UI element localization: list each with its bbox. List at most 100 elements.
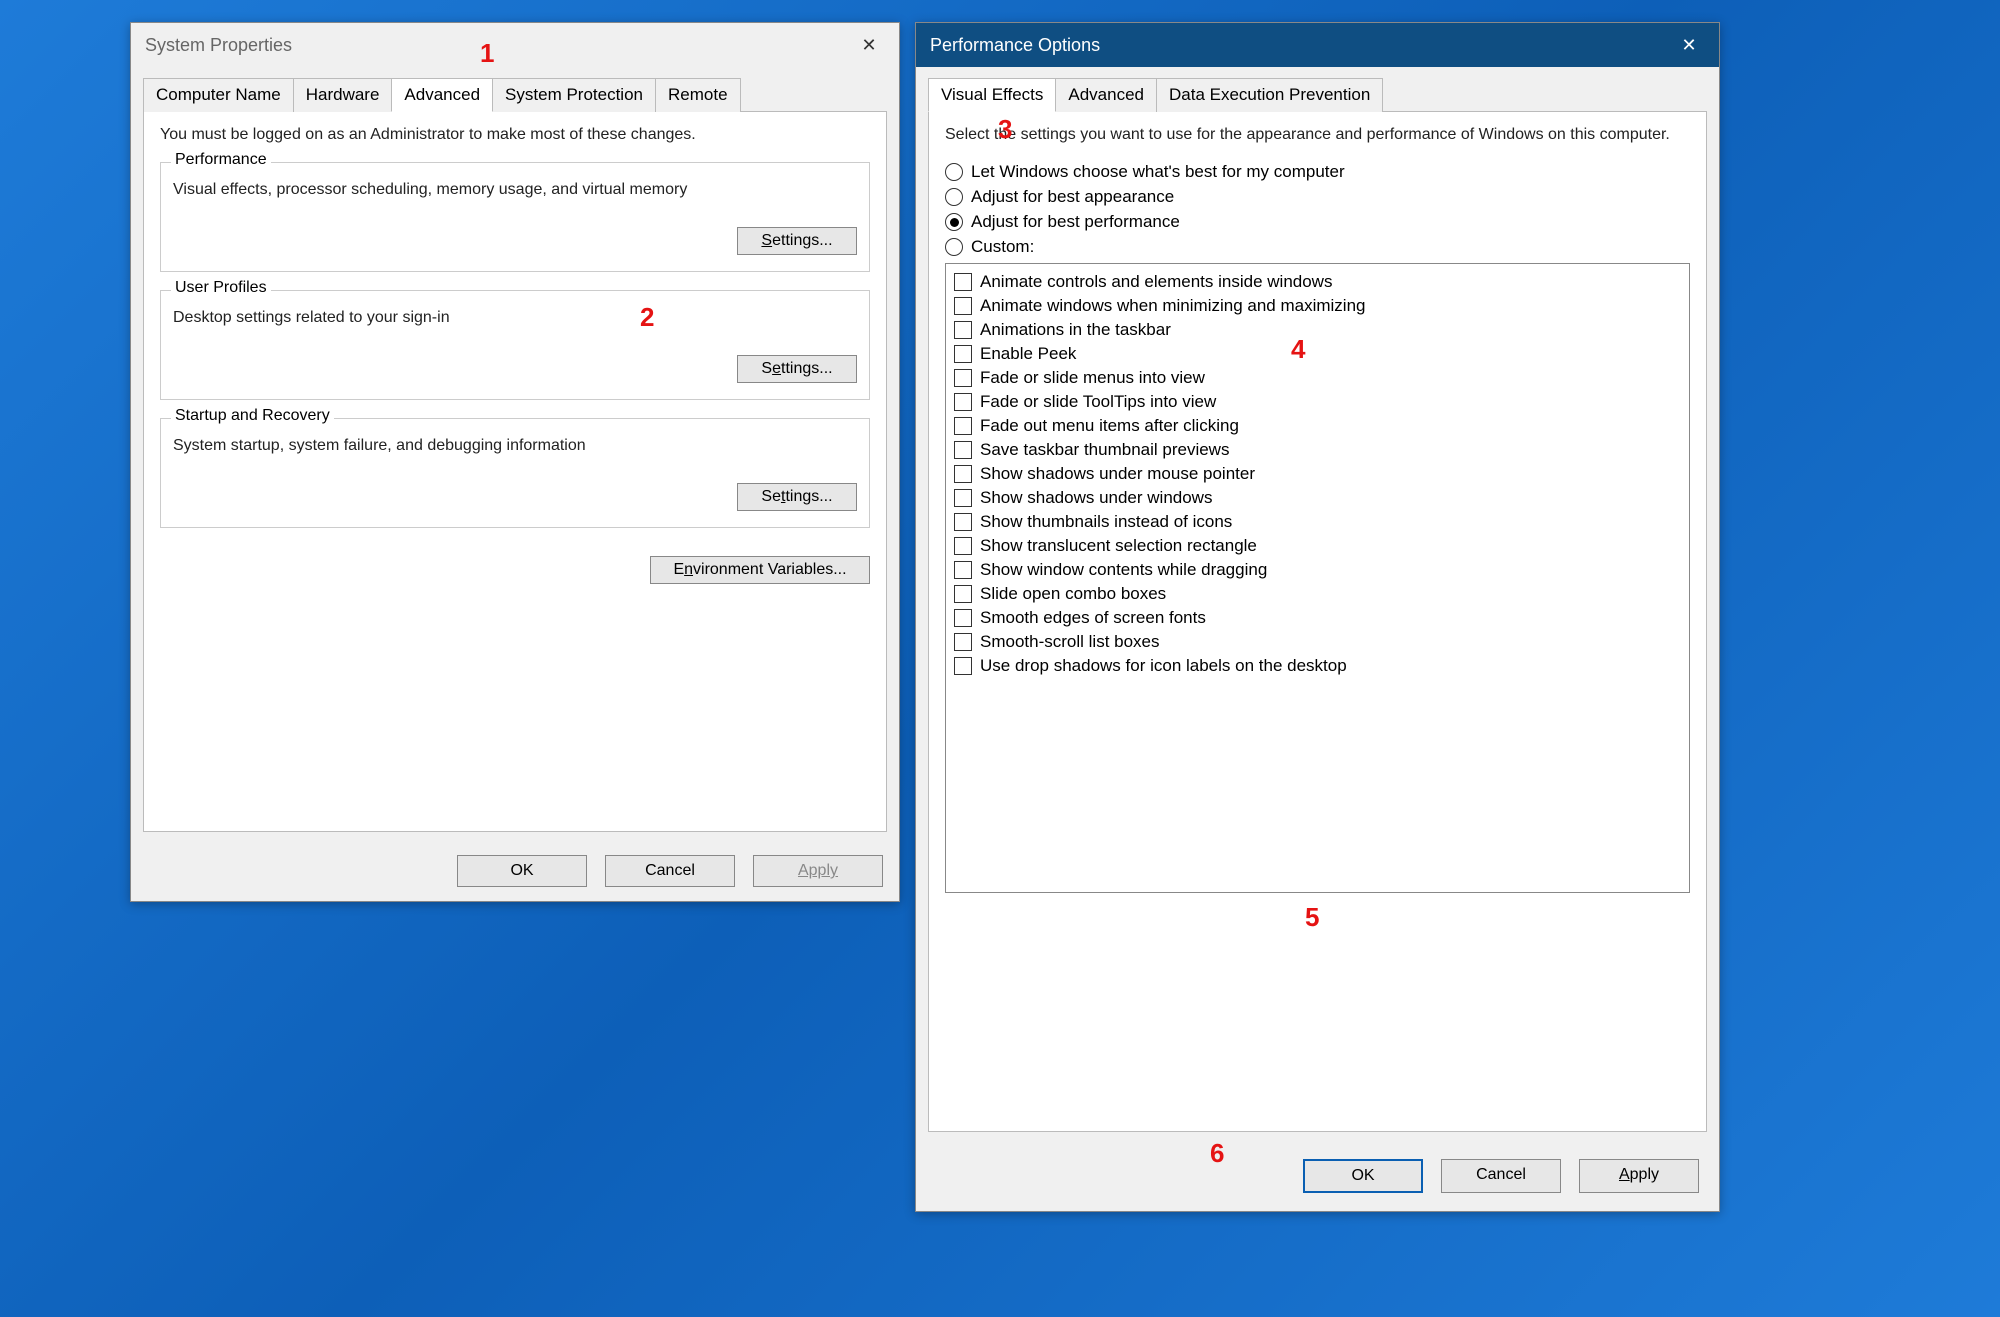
close-icon[interactable]: ✕ [849, 30, 889, 60]
check-item[interactable]: Enable Peek [954, 342, 1681, 366]
checkbox-icon [954, 345, 972, 363]
check-item[interactable]: Fade out menu items after clicking [954, 414, 1681, 438]
perf-titlebar: Performance Options ✕ [916, 23, 1719, 67]
checkbox-icon [954, 609, 972, 627]
checkbox-icon [954, 465, 972, 483]
perf-tabs: Visual Effects Advanced Data Execution P… [928, 77, 1707, 112]
check-item[interactable]: Animate windows when minimizing and maxi… [954, 294, 1681, 318]
checkbox-icon [954, 537, 972, 555]
check-label: Animations in the taskbar [980, 320, 1171, 340]
radio-best-performance[interactable]: Adjust for best performance [945, 212, 1690, 232]
radio-custom[interactable]: Custom: [945, 237, 1690, 257]
radio-icon [945, 188, 963, 206]
check-item[interactable]: Use drop shadows for icon labels on the … [954, 654, 1681, 678]
check-label: Use drop shadows for icon labels on the … [980, 656, 1347, 676]
annotation-4: 4 [1291, 334, 1305, 365]
sysprops-title: System Properties [145, 35, 292, 56]
perf-dialog-buttons: OK Cancel Apply [1303, 1159, 1699, 1193]
user-profiles-settings-button[interactable]: Settings... [737, 355, 857, 383]
sysprops-tabs: Computer Name Hardware Advanced System P… [143, 77, 887, 112]
check-item[interactable]: Fade or slide ToolTips into view [954, 390, 1681, 414]
group-performance-legend: Performance [171, 151, 271, 169]
group-startup-text: System startup, system failure, and debu… [173, 437, 857, 455]
check-label: Fade or slide ToolTips into view [980, 392, 1216, 412]
check-item[interactable]: Fade or slide menus into view [954, 366, 1681, 390]
radio-icon [945, 238, 963, 256]
check-label: Save taskbar thumbnail previews [980, 440, 1229, 460]
perf-title: Performance Options [930, 35, 1100, 56]
checkbox-icon [954, 321, 972, 339]
checkbox-icon [954, 393, 972, 411]
group-user-profiles-text: Desktop settings related to your sign-in [173, 309, 857, 327]
perf-cancel-button[interactable]: Cancel [1441, 1159, 1561, 1193]
perf-apply-button[interactable]: Apply [1579, 1159, 1699, 1193]
check-item[interactable]: Smooth-scroll list boxes [954, 630, 1681, 654]
performance-options-window: Performance Options ✕ Visual Effects Adv… [915, 22, 1720, 1212]
check-label: Smooth-scroll list boxes [980, 632, 1160, 652]
check-label: Enable Peek [980, 344, 1076, 364]
annotation-3: 3 [998, 114, 1012, 145]
check-item[interactable]: Animations in the taskbar [954, 318, 1681, 342]
radio-best-appearance[interactable]: Adjust for best appearance [945, 187, 1690, 207]
check-item[interactable]: Show shadows under mouse pointer [954, 462, 1681, 486]
check-item[interactable]: Smooth edges of screen fonts [954, 606, 1681, 630]
annotation-6: 6 [1210, 1138, 1224, 1169]
check-label: Animate controls and elements inside win… [980, 272, 1332, 292]
tab-dep[interactable]: Data Execution Prevention [1156, 78, 1383, 112]
check-label: Show translucent selection rectangle [980, 536, 1257, 556]
check-item[interactable]: Animate controls and elements inside win… [954, 270, 1681, 294]
checkbox-icon [954, 585, 972, 603]
perf-ok-button[interactable]: OK [1303, 1159, 1423, 1193]
sysprops-dialog-buttons: OK Cancel Apply [457, 855, 883, 887]
radio-icon [945, 213, 963, 231]
performance-settings-button[interactable]: Settings... [737, 227, 857, 255]
group-performance: Performance Visual effects, processor sc… [160, 162, 870, 272]
check-item[interactable]: Show thumbnails instead of icons [954, 510, 1681, 534]
checkbox-icon [954, 561, 972, 579]
close-icon[interactable]: ✕ [1669, 30, 1709, 60]
visual-effects-list[interactable]: Animate controls and elements inside win… [945, 263, 1690, 893]
check-item[interactable]: Slide open combo boxes [954, 582, 1681, 606]
group-user-profiles: User Profiles Desktop settings related t… [160, 290, 870, 400]
check-item[interactable]: Show window contents while dragging [954, 558, 1681, 582]
checkbox-icon [954, 417, 972, 435]
checkbox-icon [954, 369, 972, 387]
tab-perf-advanced[interactable]: Advanced [1055, 78, 1157, 112]
sysprops-intro: You must be logged on as an Administrato… [160, 126, 870, 144]
system-properties-window: System Properties ✕ Computer Name Hardwa… [130, 22, 900, 902]
checkbox-icon [954, 297, 972, 315]
check-label: Fade or slide menus into view [980, 368, 1205, 388]
tab-system-protection[interactable]: System Protection [492, 78, 656, 112]
tab-remote[interactable]: Remote [655, 78, 741, 112]
check-label: Show shadows under windows [980, 488, 1212, 508]
check-label: Animate windows when minimizing and maxi… [980, 296, 1366, 316]
group-user-profiles-legend: User Profiles [171, 279, 271, 297]
checkbox-icon [954, 489, 972, 507]
radio-let-windows-choose[interactable]: Let Windows choose what's best for my co… [945, 162, 1690, 182]
perf-body: Select the settings you want to use for … [928, 112, 1707, 1132]
check-label: Show thumbnails instead of icons [980, 512, 1232, 532]
check-label: Slide open combo boxes [980, 584, 1166, 604]
annotation-1: 1 [480, 38, 494, 69]
check-label: Show window contents while dragging [980, 560, 1267, 580]
annotation-5: 5 [1305, 902, 1319, 933]
sysprops-cancel-button[interactable]: Cancel [605, 855, 735, 887]
check-label: Smooth edges of screen fonts [980, 608, 1206, 628]
startup-settings-button[interactable]: Settings... [737, 483, 857, 511]
tab-visual-effects[interactable]: Visual Effects [928, 78, 1056, 112]
check-item[interactable]: Show shadows under windows [954, 486, 1681, 510]
environment-variables-button[interactable]: Environment Variables... [650, 556, 870, 584]
tab-hardware[interactable]: Hardware [293, 78, 393, 112]
checkbox-icon [954, 441, 972, 459]
check-item[interactable]: Show translucent selection rectangle [954, 534, 1681, 558]
group-startup-legend: Startup and Recovery [171, 407, 334, 425]
sysprops-ok-button[interactable]: OK [457, 855, 587, 887]
check-item[interactable]: Save taskbar thumbnail previews [954, 438, 1681, 462]
check-label: Fade out menu items after clicking [980, 416, 1239, 436]
tab-computer-name[interactable]: Computer Name [143, 78, 294, 112]
group-startup-recovery: Startup and Recovery System startup, sys… [160, 418, 870, 528]
sysprops-body: You must be logged on as an Administrato… [143, 112, 887, 832]
tab-advanced[interactable]: Advanced [391, 78, 493, 112]
sysprops-apply-button[interactable]: Apply [753, 855, 883, 887]
group-performance-text: Visual effects, processor scheduling, me… [173, 181, 857, 199]
